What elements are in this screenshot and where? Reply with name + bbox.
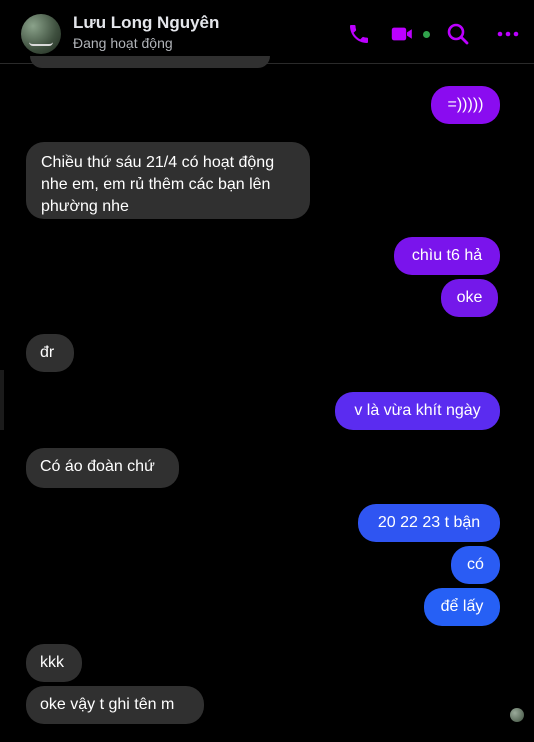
more-icon[interactable]: [496, 22, 520, 46]
message-line: nhe em, em rủ thêm các bạn lên: [41, 176, 271, 193]
outgoing-message[interactable]: chìu t6 hả: [394, 237, 500, 275]
outgoing-message[interactable]: để lấy: [424, 588, 500, 626]
scroll-edge: [0, 370, 4, 430]
incoming-message[interactable]: oke vậy t ghi tên m: [26, 686, 204, 724]
incoming-message[interactable]: Có áo đoàn chứ: [26, 448, 179, 488]
search-icon[interactable]: [446, 22, 470, 46]
video-icon[interactable]: [391, 22, 415, 46]
seen-avatar: [510, 708, 524, 722]
outgoing-message[interactable]: =))))): [431, 86, 500, 124]
previous-message-bubble: [30, 56, 270, 68]
online-indicator: [423, 31, 430, 38]
chat-header: Lưu Long Nguyên Đang hoạt động: [0, 0, 534, 64]
outgoing-message[interactable]: oke: [441, 279, 498, 317]
message-line: phường nhe: [41, 198, 129, 215]
outgoing-message[interactable]: v là vừa khít ngày: [335, 392, 500, 430]
incoming-message[interactable]: đr: [26, 334, 74, 372]
contact-name[interactable]: Lưu Long Nguyên: [73, 13, 219, 33]
phone-icon[interactable]: [347, 22, 371, 46]
message-line: Chiều thứ sáu 21/4 có hoạt động: [41, 154, 275, 171]
outgoing-message[interactable]: 20 22 23 t bận: [358, 504, 500, 542]
outgoing-message[interactable]: có: [451, 546, 500, 584]
contact-avatar[interactable]: [21, 14, 61, 54]
active-status: Đang hoạt động: [73, 35, 173, 51]
incoming-message[interactable]: kkk: [26, 644, 82, 682]
incoming-message[interactable]: Chiều thứ sáu 21/4 có hoạt động nhe em, …: [26, 142, 310, 219]
